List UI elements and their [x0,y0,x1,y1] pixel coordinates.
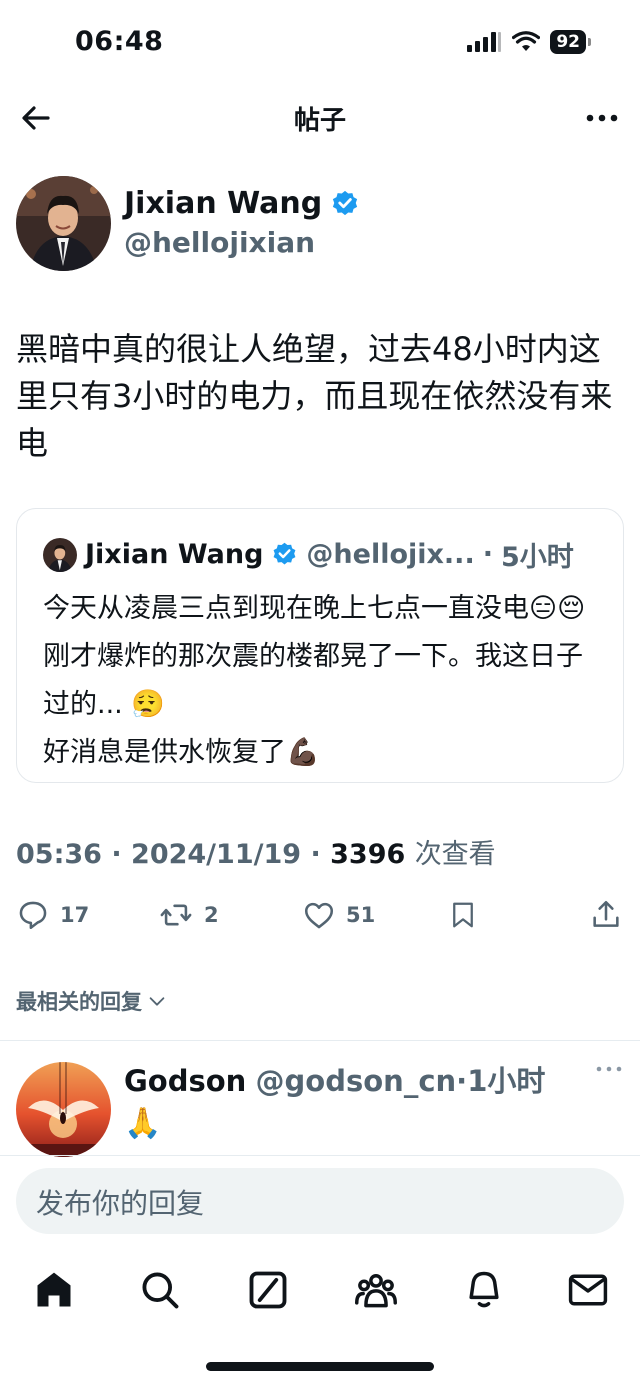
page-title: 帖子 [293,106,346,136]
reply-author-name[interactable]: Godson [124,1064,246,1098]
verified-badge-icon [333,190,358,215]
quote-header: Jixian Wang @hellojix... · 5小时 [43,535,574,574]
reply-input[interactable]: 发布你的回复 [36,1182,204,1222]
tweet-time: 05:36 [16,839,102,870]
tweet-meta: 05:36 · 2024/11/19 · 3396 次查看 [16,839,496,870]
reply-avatar[interactable] [16,1062,111,1157]
reply-age: 1小时 [467,1064,546,1098]
views-label: 次查看 [414,839,496,870]
battery-level: 92 [550,30,591,54]
bookmark-icon [453,902,473,928]
home-indicator [206,1362,434,1371]
share-icon [593,900,619,927]
quote-avatar [43,537,77,572]
reply-button[interactable]: 17 [16,898,89,932]
quote-age: 5小时 [500,542,574,573]
status-icons: 92 [466,30,591,54]
author-name[interactable]: Jixian Wang [124,186,360,221]
home-icon[interactable] [32,1268,76,1312]
repost-count: 2 [204,903,219,927]
grok-icon[interactable] [246,1268,290,1312]
status-bar: 06:48 92 [0,0,640,88]
reply-header: Godson @godson_cn·1小时 [124,1064,546,1098]
avatar[interactable] [16,176,111,271]
sort-label: 最相关的回复 [16,990,142,1014]
communities-icon[interactable] [354,1268,398,1312]
more-icon[interactable] [596,1064,622,1074]
bookmark-button[interactable] [448,898,478,932]
tweet-text: 黑暗中真的很让人绝望，过去48小时内这里只有3小时的电力，而且现在依然没有来电 [16,330,613,462]
quote-separator: · [482,539,493,570]
tweet-author[interactable]: Jixian Wang @hellojixian [16,176,624,272]
wifi-icon [512,31,541,51]
bottom-tab-bar [0,1262,640,1322]
repost-icon [160,904,192,926]
status-time: 06:48 [75,26,164,57]
tweet-views: 3396 [330,839,406,870]
action-bar: 17 2 51 [16,898,624,944]
tweet-date: 2024/11/19 [131,839,302,870]
quote-author-name: Jixian Wang [85,539,264,570]
reply-sort-selector[interactable]: 最相关的回复 [16,986,168,1016]
like-icon [304,902,334,929]
quoted-tweet[interactable]: Jixian Wang @hellojix... · 5小时 今天从凌晨三点到现… [16,508,624,783]
messages-icon[interactable] [566,1268,610,1312]
notifications-icon[interactable] [462,1268,506,1312]
divider [0,1155,640,1156]
search-icon[interactable] [138,1268,182,1312]
like-count: 51 [346,903,376,927]
repost-button[interactable]: 2 [158,898,219,932]
quote-text: 今天从凌晨三点到现在晚上七点一直没电😑😔 刚才爆炸的那次震的楼都晃了一下。我这日… [43,593,586,768]
reply-count: 17 [60,903,90,927]
reply-text: 🙏 [124,1106,162,1141]
chevron-down-icon [149,997,165,1006]
signal-icon [467,32,502,52]
author-handle[interactable]: @hellojixian [124,226,315,259]
verified-badge-icon [273,542,296,565]
reply-composer[interactable]: 发布你的回复 [16,1168,624,1234]
quote-author-handle: @hellojix... [306,539,475,570]
reply-icon [19,901,47,930]
share-button[interactable] [589,898,623,932]
like-button[interactable]: 51 [302,898,375,932]
nav-bar: 帖子 [0,88,640,148]
more-icon[interactable] [584,100,620,136]
divider [0,1040,640,1041]
reply-author-handle[interactable]: @godson_cn [256,1064,457,1098]
reply-item[interactable]: Godson @godson_cn·1小时 🙏 [16,1058,624,1157]
